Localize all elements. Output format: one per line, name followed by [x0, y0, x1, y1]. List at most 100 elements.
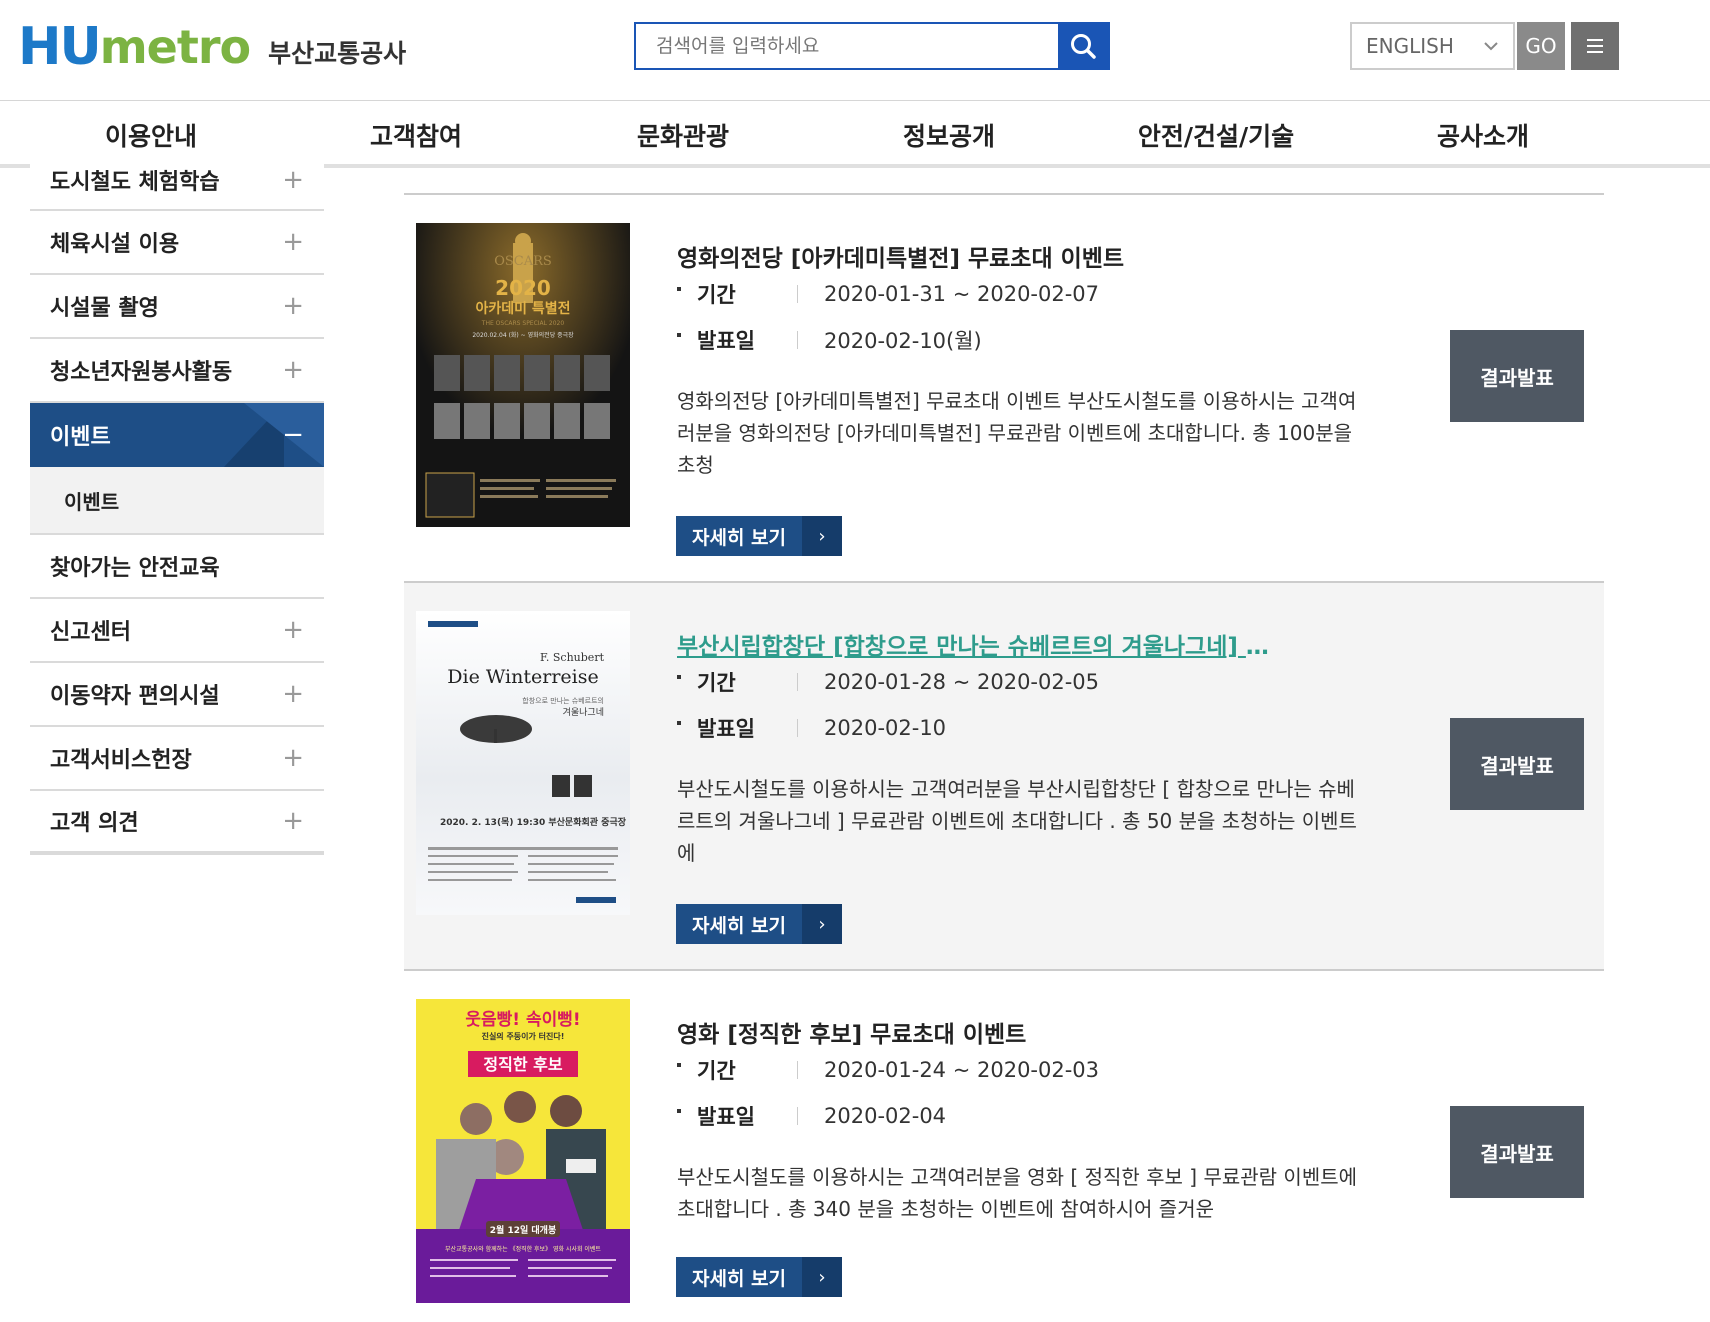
announce-label: 발표일 — [697, 1105, 755, 1129]
bullet-icon — [677, 1109, 681, 1113]
bullet-icon — [677, 333, 681, 337]
sidebar-item-report-center[interactable]: 신고센터 + — [30, 599, 324, 663]
sidebar-item-label: 고객 의견 — [50, 811, 139, 836]
plus-icon: + — [282, 679, 304, 709]
sidebar-item-service-charter[interactable]: 고객서비스헌장 + — [30, 727, 324, 791]
sidebar-item-label: 체육시설 이용 — [50, 232, 180, 257]
event-poster-image[interactable]: OSCARS 2020 아카데미 특별전 THE OSCARS SPECIAL … — [416, 223, 630, 527]
bullet-icon — [677, 1063, 681, 1067]
event-announce-row: 발표일 2020-02-10 — [677, 713, 946, 743]
detail-button-label: 자세히 보기 — [691, 914, 786, 937]
logo-metro-text: metro — [99, 20, 251, 74]
chevron-right-icon: › — [802, 904, 842, 944]
detail-button-label: 자세히 보기 — [691, 526, 786, 549]
hamburger-icon — [1587, 39, 1603, 53]
plus-icon: + — [282, 615, 304, 645]
plus-icon: + — [282, 291, 304, 321]
sidebar-item-filming[interactable]: 시설물 촬영 + — [30, 275, 324, 339]
event-title[interactable]: 부산시립합창단 [합창으로 만나는 슈베르트의 겨울나그네] 무료초대 이벤트 — [677, 627, 1277, 661]
menu-button[interactable] — [1571, 22, 1619, 70]
sidebar-subitem-event[interactable]: 이벤트 — [30, 467, 324, 535]
svg-text:F. Schubert: F. Schubert — [540, 651, 605, 664]
event-description: 영화의전당 [아카데미특별전] 무료초대 이벤트 부산도시철도를 이용하시는 고… — [677, 389, 1357, 477]
poster-academy-graphic: OSCARS 2020 아카데미 특별전 THE OSCARS SPECIAL … — [416, 223, 630, 527]
divider — [797, 1061, 798, 1079]
event-item: OSCARS 2020 아카데미 특별전 THE OSCARS SPECIAL … — [404, 195, 1604, 583]
sidebar-item-event[interactable]: 이벤트 − — [30, 403, 324, 467]
svg-text:부산교통공사와 함께하는 《정직한 후보》 영화 시사회 이: 부산교통공사와 함께하는 《정직한 후보》 영화 시사회 이벤트 — [445, 1245, 601, 1253]
divider — [797, 719, 798, 737]
sidebar-item-sports[interactable]: 체육시설 이용 + — [30, 211, 324, 275]
result-button[interactable]: 결과발표 — [1450, 1106, 1584, 1198]
event-announce-row: 발표일 2020-02-10(월) — [677, 325, 982, 355]
svg-text:정직한 후보: 정직한 후보 — [483, 1055, 562, 1074]
search-icon — [1071, 34, 1096, 59]
svg-text:합창으로 만나는 슈베르트의: 합창으로 만나는 슈베르트의 — [522, 696, 604, 705]
announce-label: 발표일 — [697, 717, 755, 741]
gnb-item-about[interactable]: 공사소개 — [1437, 117, 1529, 153]
gnb-item-participation[interactable]: 고객참여 — [370, 117, 462, 153]
language-select[interactable]: ENGLISH — [1350, 22, 1515, 70]
divider — [797, 1107, 798, 1125]
site-logo[interactable]: HU metro 부산교통공사 — [18, 17, 407, 77]
plus-icon: + — [282, 806, 304, 836]
sidebar-item-label: 이동약자 편의시설 — [50, 684, 220, 709]
sidebar-item-label: 고객서비스헌장 — [50, 748, 192, 773]
sidebar-item-label: 찾아가는 안전교육 — [50, 556, 220, 581]
sidebar: 도시철도 체험학습 + 체육시설 이용 + 시설물 촬영 + 청소년자원봉사활동… — [30, 150, 324, 855]
svg-text:2020: 2020 — [495, 276, 551, 300]
announce-value: 2020-02-04 — [824, 1104, 947, 1128]
plus-icon: + — [282, 227, 304, 257]
bullet-icon — [677, 287, 681, 291]
logo-company-name: 부산교통공사 — [268, 39, 407, 68]
svg-text:진실의 주둥이가 터진다!: 진실의 주둥이가 터진다! — [482, 1031, 565, 1041]
plus-icon: + — [282, 164, 304, 195]
sidebar-item-experience[interactable]: 도시철도 체험학습 + — [30, 150, 324, 211]
event-poster-image[interactable]: F. Schubert Die Winterreise 합창으로 만나는 슈베르… — [416, 611, 630, 915]
result-button[interactable]: 결과발표 — [1450, 718, 1584, 810]
announce-value: 2020-02-10 — [824, 716, 947, 740]
result-button[interactable]: 결과발표 — [1450, 330, 1584, 422]
sidebar-item-accessibility[interactable]: 이동약자 편의시설 + — [30, 663, 324, 727]
poster-honest-candidate-graphic: 웃음빵! 속이뻥! 진실의 주둥이가 터진다! 정직한 후보 2월 12일 대개… — [416, 999, 630, 1303]
sidebar-item-label: 시설물 촬영 — [50, 296, 159, 321]
event-period-row: 기간 2020-01-31 ~ 2020-02-07 — [677, 279, 1099, 309]
svg-text:2020.02.04 (화) ~ 영화의전당 중극장: 2020.02.04 (화) ~ 영화의전당 중극장 — [472, 331, 574, 339]
detail-button[interactable]: 자세히 보기 › — [676, 1257, 842, 1297]
event-description: 부산도시철도를 이용하시는 고객여러분을 영화 [ 정직한 후보 ] 무료관람 … — [677, 1165, 1358, 1221]
chevron-right-icon: › — [802, 1257, 842, 1297]
chevron-down-icon — [1484, 42, 1498, 51]
svg-text:Die Winterreise: Die Winterreise — [447, 666, 598, 688]
go-button[interactable]: GO — [1517, 22, 1565, 70]
detail-button[interactable]: 자세히 보기 › — [676, 516, 842, 556]
bullet-icon — [677, 721, 681, 725]
plus-icon: + — [282, 355, 304, 385]
sidebar-item-safety-education[interactable]: 찾아가는 안전교육 — [30, 535, 324, 599]
chevron-right-icon: › — [802, 516, 842, 556]
gnb-item-guide[interactable]: 이용안내 — [105, 117, 197, 153]
period-label: 기간 — [697, 671, 736, 695]
detail-button-label: 자세히 보기 — [691, 1267, 786, 1290]
logo-hu-text: HU — [18, 17, 102, 77]
detail-button[interactable]: 자세히 보기 › — [676, 904, 842, 944]
event-poster-image[interactable]: 웃음빵! 속이뻥! 진실의 주둥이가 터진다! 정직한 후보 2월 12일 대개… — [416, 999, 630, 1303]
search-button[interactable] — [1058, 24, 1108, 68]
divider — [797, 285, 798, 303]
gnb-item-culture[interactable]: 문화관광 — [637, 117, 729, 153]
language-select-value: ENGLISH — [1366, 34, 1454, 58]
svg-text:겨울나그네: 겨울나그네 — [563, 707, 604, 718]
svg-text:OSCARS: OSCARS — [494, 254, 552, 269]
bullet-icon — [677, 675, 681, 679]
gnb-item-safety[interactable]: 안전/건설/기술 — [1138, 117, 1294, 153]
divider — [797, 331, 798, 349]
sidebar-item-volunteer[interactable]: 청소년자원봉사활동 + — [30, 339, 324, 403]
event-title[interactable]: 영화 [정직한 후보] 무료초대 이벤트 — [677, 1015, 1026, 1049]
announce-label: 발표일 — [697, 329, 755, 353]
event-description: 부산도시철도를 이용하시는 고객여러분을 부산시립합창단 [ 합창으로 만나는 … — [677, 777, 1357, 865]
sidebar-item-customer-opinion[interactable]: 고객 의견 + — [30, 791, 324, 855]
search-input[interactable] — [636, 24, 1058, 68]
event-title[interactable]: 영화의전당 [아카데미특별전] 무료초대 이벤트 — [677, 239, 1124, 273]
period-value: 2020-01-24 ~ 2020-02-03 — [824, 1058, 1100, 1082]
event-period-row: 기간 2020-01-28 ~ 2020-02-05 — [677, 667, 1099, 697]
gnb-item-information[interactable]: 정보공개 — [903, 117, 995, 153]
